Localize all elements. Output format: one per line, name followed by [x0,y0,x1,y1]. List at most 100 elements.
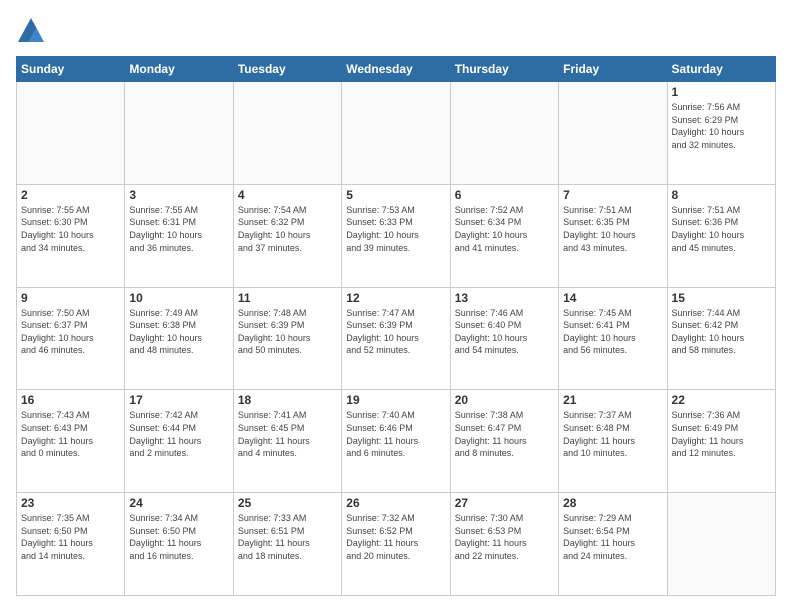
calendar-cell: 13 Sunrise: 7:46 AM Sunset: 6:40 PM Dayli… [450,287,558,390]
calendar-cell: 23 Sunrise: 7:35 AM Sunset: 6:50 PM Dayli… [17,493,125,596]
day-detail: Sunrise: 7:33 AM Sunset: 6:51 PM Dayligh… [238,512,337,562]
calendar-cell [342,82,450,185]
day-detail: Sunrise: 7:51 AM Sunset: 6:36 PM Dayligh… [672,204,771,254]
weekday-header-monday: Monday [125,57,233,82]
weekday-header-sunday: Sunday [17,57,125,82]
calendar-cell: 9Sunrise: 7:50 AM Sunset: 6:37 PM Daylig… [17,287,125,390]
day-number: 17 [129,393,228,407]
calendar-cell: 15 Sunrise: 7:44 AM Sunset: 6:42 PM Dayli… [667,287,775,390]
day-detail: Sunrise: 7:49 AM Sunset: 6:38 PM Dayligh… [129,307,228,357]
day-detail: Sunrise: 7:42 AM Sunset: 6:44 PM Dayligh… [129,409,228,459]
day-number: 1 [672,85,771,99]
day-number: 10 [129,291,228,305]
calendar-cell: 16 Sunrise: 7:43 AM Sunset: 6:43 PM Dayli… [17,390,125,493]
day-number: 19 [346,393,445,407]
day-number: 23 [21,496,120,510]
day-detail: Sunrise: 7:50 AM Sunset: 6:37 PM Dayligh… [21,307,120,357]
week-row-2: 2 Sunrise: 7:55 AM Sunset: 6:30 PM Daylig… [17,184,776,287]
day-number: 27 [455,496,554,510]
calendar-cell: 1 Sunrise: 7:56 AM Sunset: 6:29 PM Daylig… [667,82,775,185]
calendar-cell: 10 Sunrise: 7:49 AM Sunset: 6:38 PM Dayli… [125,287,233,390]
week-row-5: 23 Sunrise: 7:35 AM Sunset: 6:50 PM Dayli… [17,493,776,596]
calendar-cell: 14 Sunrise: 7:45 AM Sunset: 6:41 PM Dayli… [559,287,667,390]
day-number: 28 [563,496,662,510]
weekday-header-thursday: Thursday [450,57,558,82]
day-detail: Sunrise: 7:30 AM Sunset: 6:53 PM Dayligh… [455,512,554,562]
day-detail: Sunrise: 7:48 AM Sunset: 6:39 PM Dayligh… [238,307,337,357]
day-number: 20 [455,393,554,407]
day-detail: Sunrise: 7:45 AM Sunset: 6:41 PM Dayligh… [563,307,662,357]
calendar-cell: 24 Sunrise: 7:34 AM Sunset: 6:50 PM Dayli… [125,493,233,596]
calendar-cell: 19 Sunrise: 7:40 AM Sunset: 6:46 PM Dayli… [342,390,450,493]
day-number: 2 [21,188,120,202]
calendar-cell: 4 Sunrise: 7:54 AM Sunset: 6:32 PM Daylig… [233,184,341,287]
calendar-cell [125,82,233,185]
calendar-cell: 28Sunrise: 7:29 AM Sunset: 6:54 PM Dayli… [559,493,667,596]
day-number: 22 [672,393,771,407]
calendar-cell: 18Sunrise: 7:41 AM Sunset: 6:45 PM Dayli… [233,390,341,493]
day-detail: Sunrise: 7:54 AM Sunset: 6:32 PM Dayligh… [238,204,337,254]
day-detail: Sunrise: 7:46 AM Sunset: 6:40 PM Dayligh… [455,307,554,357]
weekday-header-saturday: Saturday [667,57,775,82]
weekday-header-wednesday: Wednesday [342,57,450,82]
calendar-cell: 3 Sunrise: 7:55 AM Sunset: 6:31 PM Daylig… [125,184,233,287]
day-detail: Sunrise: 7:53 AM Sunset: 6:33 PM Dayligh… [346,204,445,254]
day-number: 5 [346,188,445,202]
day-detail: Sunrise: 7:34 AM Sunset: 6:50 PM Dayligh… [129,512,228,562]
weekday-header-row: SundayMondayTuesdayWednesdayThursdayFrid… [17,57,776,82]
logo [16,16,50,46]
day-detail: Sunrise: 7:36 AM Sunset: 6:49 PM Dayligh… [672,409,771,459]
calendar-cell: 7 Sunrise: 7:51 AM Sunset: 6:35 PM Daylig… [559,184,667,287]
day-number: 4 [238,188,337,202]
calendar-cell: 17 Sunrise: 7:42 AM Sunset: 6:44 PM Dayli… [125,390,233,493]
calendar-cell [667,493,775,596]
day-detail: Sunrise: 7:32 AM Sunset: 6:52 PM Dayligh… [346,512,445,562]
day-number: 26 [346,496,445,510]
calendar-cell: 25Sunrise: 7:33 AM Sunset: 6:51 PM Dayli… [233,493,341,596]
calendar-cell: 5 Sunrise: 7:53 AM Sunset: 6:33 PM Daylig… [342,184,450,287]
week-row-1: 1 Sunrise: 7:56 AM Sunset: 6:29 PM Daylig… [17,82,776,185]
day-detail: Sunrise: 7:35 AM Sunset: 6:50 PM Dayligh… [21,512,120,562]
calendar-cell: 26 Sunrise: 7:32 AM Sunset: 6:52 PM Dayli… [342,493,450,596]
day-number: 3 [129,188,228,202]
calendar-cell [17,82,125,185]
week-row-4: 16 Sunrise: 7:43 AM Sunset: 6:43 PM Dayli… [17,390,776,493]
day-number: 24 [129,496,228,510]
day-detail: Sunrise: 7:43 AM Sunset: 6:43 PM Dayligh… [21,409,120,459]
day-number: 15 [672,291,771,305]
calendar-cell: 6Sunrise: 7:52 AM Sunset: 6:34 PM Daylig… [450,184,558,287]
calendar-table: SundayMondayTuesdayWednesdayThursdayFrid… [16,56,776,596]
day-number: 14 [563,291,662,305]
header [16,16,776,46]
calendar-cell: 27 Sunrise: 7:30 AM Sunset: 6:53 PM Dayli… [450,493,558,596]
logo-icon [16,16,46,46]
calendar-cell: 20 Sunrise: 7:38 AM Sunset: 6:47 PM Dayli… [450,390,558,493]
day-number: 12 [346,291,445,305]
weekday-header-friday: Friday [559,57,667,82]
day-detail: Sunrise: 7:52 AM Sunset: 6:34 PM Dayligh… [455,204,554,254]
calendar-cell: 21 Sunrise: 7:37 AM Sunset: 6:48 PM Dayli… [559,390,667,493]
weekday-header-tuesday: Tuesday [233,57,341,82]
day-detail: Sunrise: 7:56 AM Sunset: 6:29 PM Dayligh… [672,101,771,151]
calendar-cell: 11Sunrise: 7:48 AM Sunset: 6:39 PM Dayli… [233,287,341,390]
day-detail: Sunrise: 7:47 AM Sunset: 6:39 PM Dayligh… [346,307,445,357]
day-detail: Sunrise: 7:44 AM Sunset: 6:42 PM Dayligh… [672,307,771,357]
calendar-cell: 12 Sunrise: 7:47 AM Sunset: 6:39 PM Dayli… [342,287,450,390]
day-number: 21 [563,393,662,407]
day-number: 16 [21,393,120,407]
day-number: 8 [672,188,771,202]
calendar-cell [450,82,558,185]
day-number: 7 [563,188,662,202]
day-number: 13 [455,291,554,305]
calendar-cell: 2 Sunrise: 7:55 AM Sunset: 6:30 PM Daylig… [17,184,125,287]
day-detail: Sunrise: 7:38 AM Sunset: 6:47 PM Dayligh… [455,409,554,459]
day-detail: Sunrise: 7:51 AM Sunset: 6:35 PM Dayligh… [563,204,662,254]
day-detail: Sunrise: 7:55 AM Sunset: 6:31 PM Dayligh… [129,204,228,254]
calendar-cell: 8 Sunrise: 7:51 AM Sunset: 6:36 PM Daylig… [667,184,775,287]
calendar-cell: 22 Sunrise: 7:36 AM Sunset: 6:49 PM Dayli… [667,390,775,493]
day-detail: Sunrise: 7:37 AM Sunset: 6:48 PM Dayligh… [563,409,662,459]
day-detail: Sunrise: 7:55 AM Sunset: 6:30 PM Dayligh… [21,204,120,254]
page: SundayMondayTuesdayWednesdayThursdayFrid… [0,0,792,612]
day-number: 18 [238,393,337,407]
day-detail: Sunrise: 7:40 AM Sunset: 6:46 PM Dayligh… [346,409,445,459]
